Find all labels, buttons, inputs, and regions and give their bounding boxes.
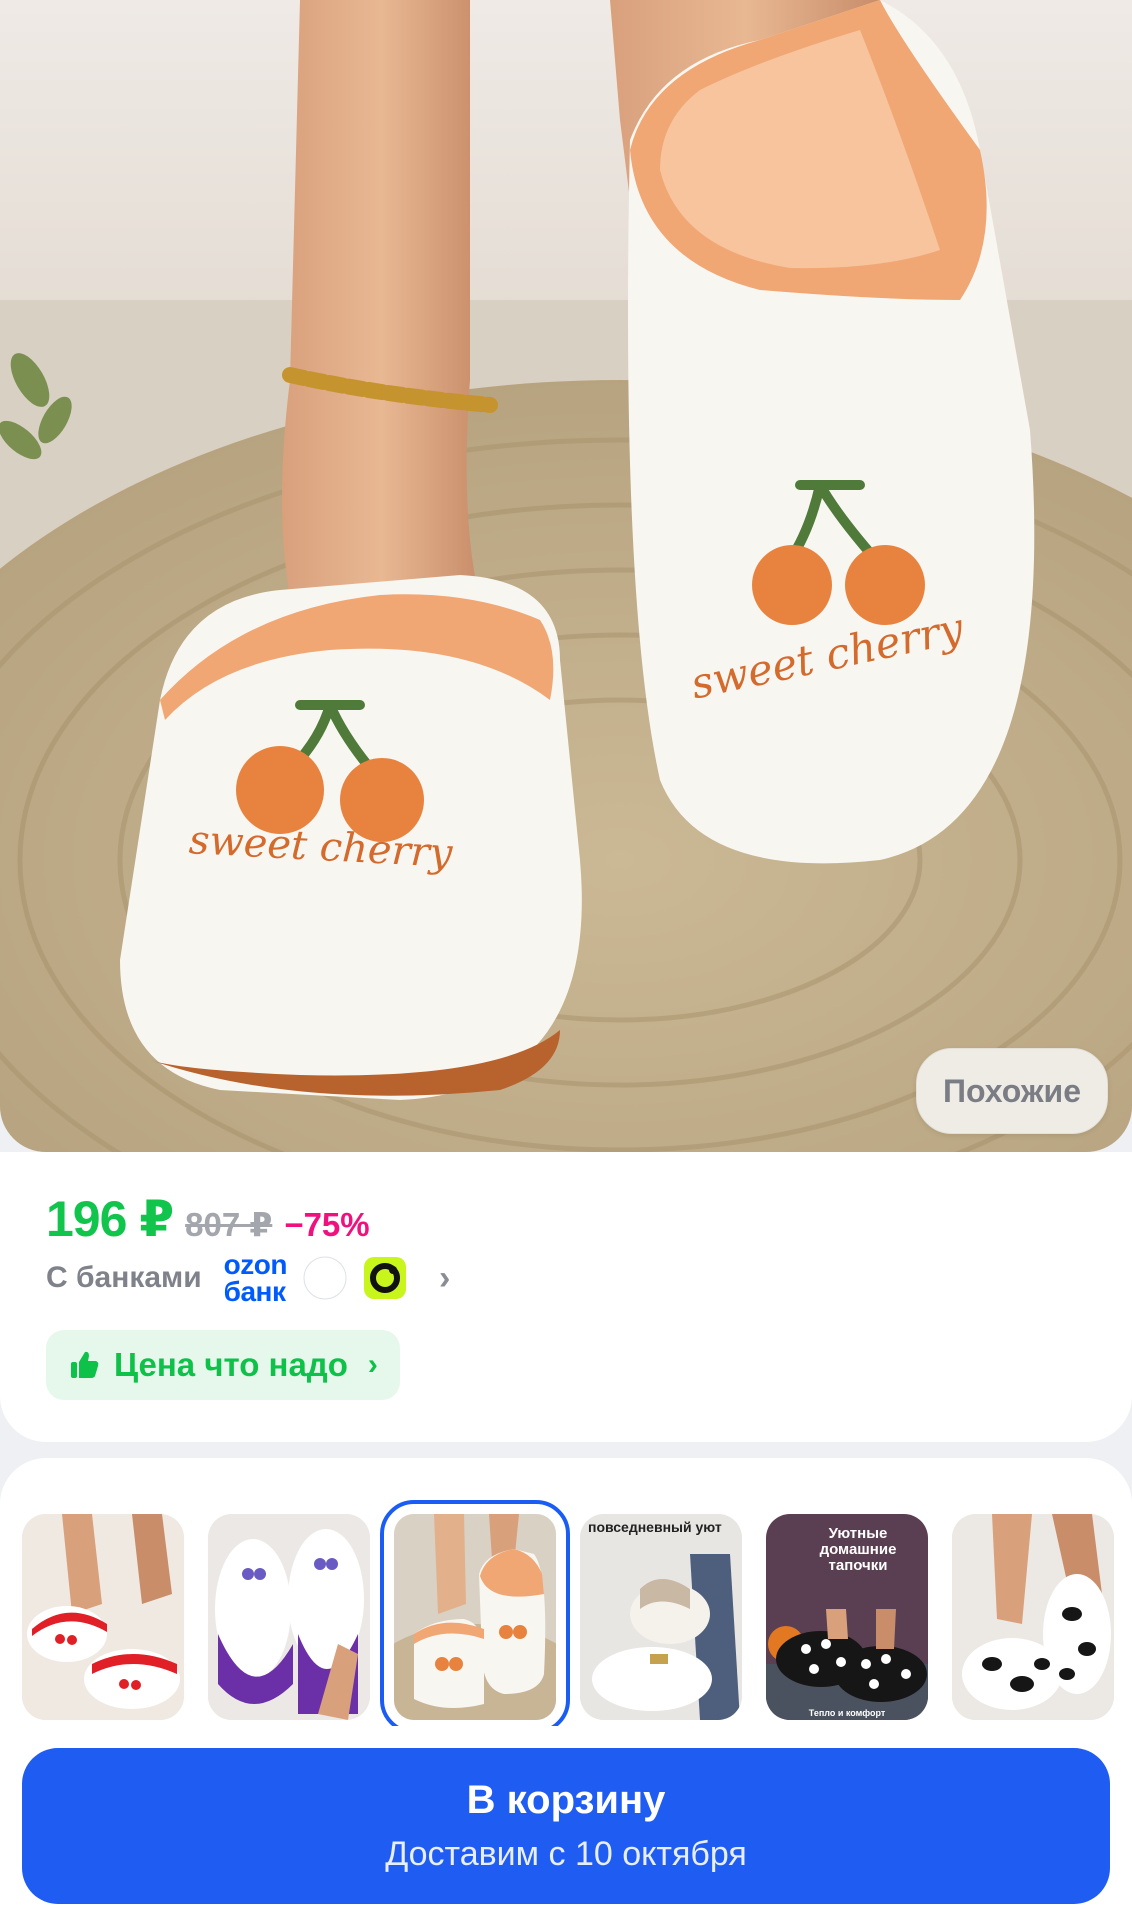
ozon-bank-logo: ozon банк: [223, 1249, 288, 1307]
thumbnail-5-footer: Тепло и комфорт: [808, 1707, 886, 1718]
delivery-date-label: Доставим с 10 октября: [385, 1835, 747, 1873]
discount-badge: −75%: [284, 1206, 370, 1243]
bank-offers-row[interactable]: С банками ozon банк ›: [46, 1249, 451, 1307]
chevron-right-icon: ›: [367, 1348, 378, 1381]
bank-offers-label: С банками: [46, 1261, 202, 1294]
price-card: 196 ₽ 807 ₽ −75% С банками ozon банк › Ц…: [0, 1152, 1132, 1442]
thumbnail-4[interactable]: повседневный уют: [580, 1514, 742, 1720]
good-price-label: Цена что надо: [114, 1346, 348, 1383]
thumbnail-4-caption: повседневный уют: [588, 1519, 722, 1535]
bank-logo-icon: [303, 1256, 347, 1300]
thumbnail-5-caption: Уютные домашние тапочки: [819, 1525, 897, 1574]
thumbnail-3-selected[interactable]: [380, 1500, 570, 1734]
product-photo[interactable]: sweet cherry sweet cherry Похожие: [0, 0, 1132, 1152]
bank-green-logo-icon: [363, 1257, 406, 1299]
current-price: 196 ₽: [46, 1191, 174, 1247]
thumbnail-5[interactable]: Уютные домашние тапочки Тепло и комфорт: [766, 1514, 928, 1720]
price-row: 196 ₽ 807 ₽ −75%: [46, 1190, 370, 1248]
slippers-photo: sweet cherry sweet cherry: [0, 0, 1132, 1152]
gallery-card: повседневный уют Уютные домашние тапочки…: [0, 1458, 1132, 1920]
product-page: sweet cherry sweet cherry Похожие 196 ₽ …: [0, 0, 1132, 1920]
thumbnail-2[interactable]: [208, 1514, 370, 1720]
thumbnail-strip: повседневный уют Уютные домашние тапочки…: [22, 1500, 1114, 1734]
chevron-right-icon: ›: [438, 1258, 451, 1297]
good-price-badge[interactable]: Цена что надо ›: [46, 1330, 400, 1400]
add-to-cart-button[interactable]: В корзину Доставим с 10 октября: [22, 1748, 1110, 1904]
thumbnail-1[interactable]: [22, 1514, 184, 1720]
similar-button[interactable]: Похожие: [915, 1048, 1108, 1134]
thumbs-up-icon: [71, 1351, 99, 1378]
thumbnail-6[interactable]: [952, 1514, 1114, 1720]
add-to-cart-label: В корзину: [466, 1778, 666, 1822]
old-price: 807 ₽: [185, 1206, 273, 1243]
